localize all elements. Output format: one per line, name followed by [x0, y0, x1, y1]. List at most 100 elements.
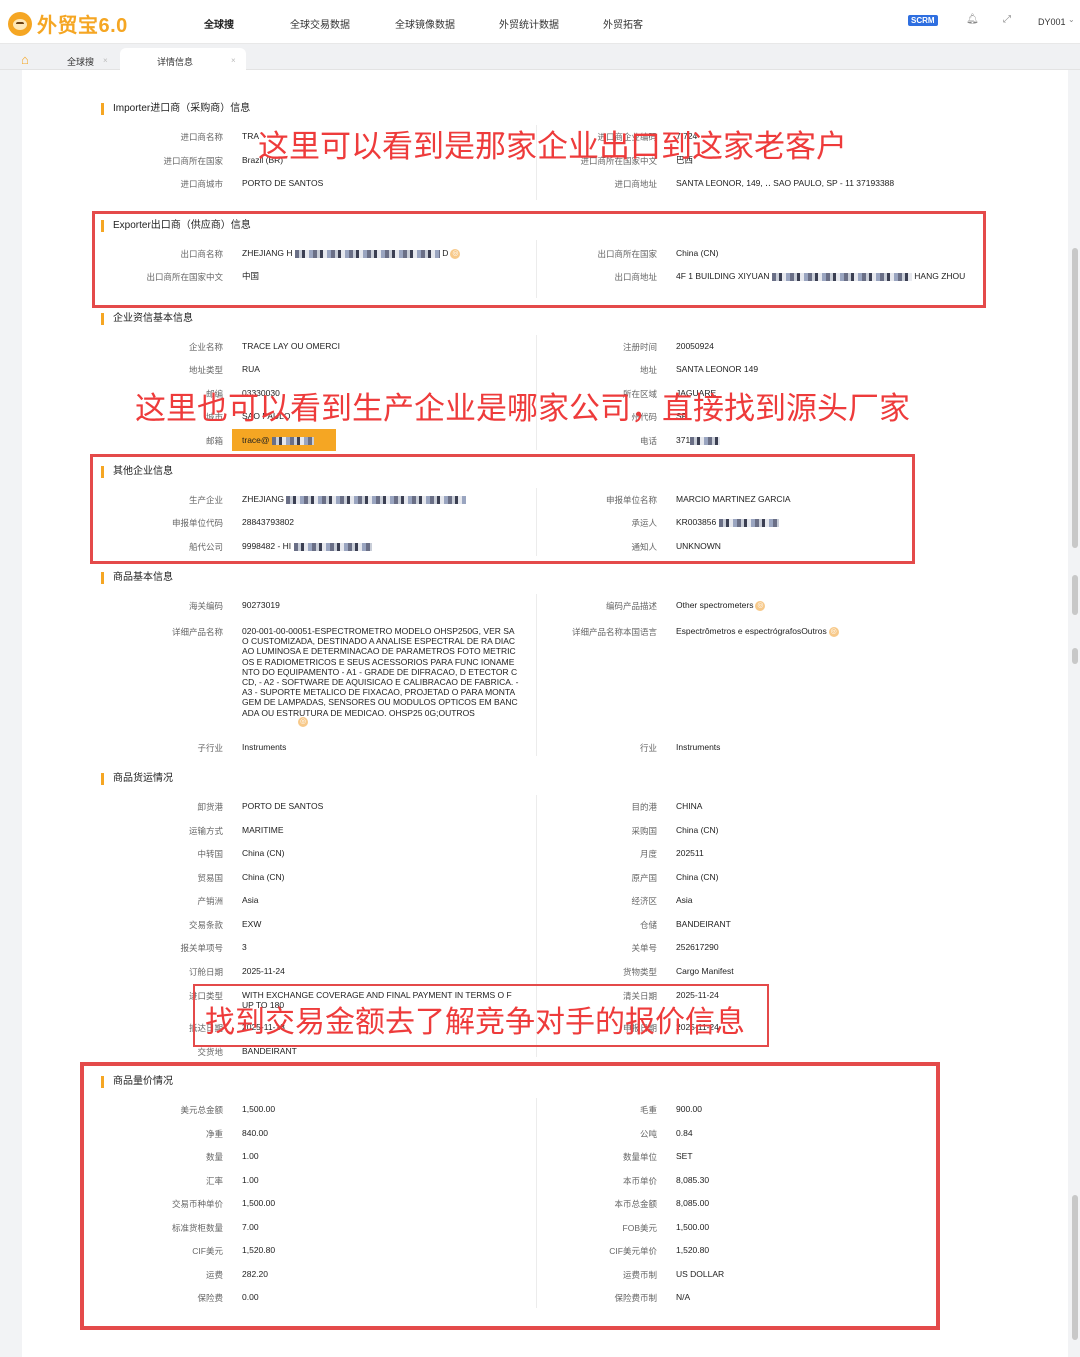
field-label: 卸货港: [197, 802, 223, 812]
field-label: 详细产品名称本国语言: [571, 627, 657, 637]
annotation-text-2: 这里也可以看到生产企业是哪家公司，直接找到源头厂家: [135, 391, 910, 427]
shipping-field-value: China (CN): [242, 872, 285, 882]
tab-detail-info[interactable]: 详情信息: [120, 48, 246, 70]
field-label: 原产国: [631, 873, 657, 883]
annotation-box-other-enterprise: [90, 454, 915, 564]
company-name: TRACE LAY OU OMERCI: [242, 341, 340, 351]
section-title-importer: Importer进口商（采购商）信息: [101, 103, 250, 115]
field-label: 进口商地址: [614, 179, 657, 189]
field-label: 进口商名称: [180, 132, 223, 142]
annotation-text-3: 找到交易金额去了解竞争对手的报价信息: [205, 1005, 745, 1040]
field-label: 进口商城市: [180, 179, 223, 189]
tab-label: 全球搜: [67, 57, 95, 67]
field-label: 海关编码: [188, 601, 223, 611]
bell-icon[interactable]: 🔔︎: [966, 14, 979, 25]
sub-industry: Instruments: [242, 742, 287, 752]
shipping-field-value: China (CN): [676, 872, 719, 882]
hs-code: 90273019: [242, 600, 280, 610]
field-label: 子行业: [197, 743, 223, 753]
translate-icon[interactable]: ◎: [828, 626, 839, 637]
shipping-field-value: CHINA: [676, 801, 703, 811]
nav-global-search[interactable]: 全球搜: [204, 16, 234, 31]
scrollbar-thumb[interactable]: [1072, 648, 1078, 664]
shipping-field-value: 2025-11-24: [242, 966, 285, 976]
field-label: 注册时间: [622, 342, 657, 352]
scrm-button[interactable]: SCRM: [908, 15, 938, 26]
shipping-field-value: China (CN): [676, 825, 719, 835]
home-icon[interactable]: ⌂: [21, 52, 29, 67]
field-label: 行业: [639, 743, 657, 753]
field-label: 编码产品描述: [605, 601, 657, 611]
close-icon[interactable]: ×: [103, 56, 108, 65]
field-label: 订舱日期: [188, 967, 223, 977]
nav-global-mirror-data[interactable]: 全球镜像数据: [395, 16, 455, 31]
field-label: 邮箱: [205, 436, 223, 446]
tab-global-search[interactable]: 全球搜: [55, 48, 119, 70]
nav-trade-statistics[interactable]: 外贸统计数据: [499, 16, 559, 31]
company-phone: 371: [676, 435, 966, 445]
translate-icon[interactable]: ◎: [755, 600, 766, 611]
field-label: 贸易国: [197, 873, 223, 883]
logo-text: 外贸宝6.0: [37, 15, 128, 37]
product-detail: 020-001-00-00051-ESPECTROMETRO MODELO OH…: [242, 626, 519, 718]
email-text: trace@: [242, 435, 270, 445]
translate-icon[interactable]: ◎: [298, 717, 308, 727]
chevron-down-icon[interactable]: ⌄: [1068, 15, 1075, 24]
shipping-field-value: BANDEIRANT: [242, 1046, 297, 1056]
user-account[interactable]: DY001: [1038, 17, 1066, 27]
shipping-field-value: EXW: [242, 919, 262, 929]
shipping-field-value: 3: [242, 942, 247, 952]
shipping-field-value: Asia: [676, 895, 693, 905]
field-label: 货物类型: [622, 967, 657, 977]
code-description: Other spectrometers ◎: [676, 600, 966, 611]
shipping-field-value: MARITIME: [242, 825, 284, 835]
company-address: SANTA LEONOR 149: [676, 364, 759, 374]
shipping-field-value: 252617290: [676, 942, 719, 952]
top-navigation-bar: 外贸宝6.0 全球搜 全球交易数据 全球镜像数据 外贸统计数据 外贸拓客 SCR…: [0, 0, 1080, 44]
field-label: 报关单项号: [180, 943, 223, 953]
shipping-field-value: China (CN): [242, 848, 285, 858]
column-divider: [536, 594, 537, 756]
field-label: 交货地: [197, 1047, 223, 1057]
nav-global-trade-data[interactable]: 全球交易数据: [290, 16, 350, 31]
industry: Instruments: [676, 742, 721, 752]
shipping-field-value: Cargo Manifest: [676, 966, 734, 976]
field-label: 地址类型: [188, 365, 223, 375]
annotation-text-1: 这里可以看到是那家企业出口到这家老客户: [258, 129, 847, 165]
shipping-field-value: BANDEIRANT: [676, 919, 731, 929]
field-label: 企业名称: [188, 342, 223, 352]
company-email[interactable]: trace@: [242, 435, 520, 445]
registration-date: 20050924: [676, 341, 714, 351]
scrollbar-thumb[interactable]: [1072, 575, 1078, 615]
field-label: 中转国: [197, 849, 223, 859]
code-description-text: Other spectrometers: [676, 600, 754, 610]
scrollbar-thumb[interactable]: [1072, 248, 1078, 548]
product-detail-native-text: Espectrômetros e espectrógrafosOutros: [676, 626, 827, 636]
field-label: 电话: [639, 436, 657, 446]
annotation-box-exporter: [92, 211, 986, 308]
field-label: 目的港: [631, 802, 657, 812]
fullscreen-icon[interactable]: ⤢: [1003, 14, 1011, 25]
field-label: 进口商所在国家: [163, 156, 223, 166]
importer-city: PORTO DE SANTOS: [242, 178, 324, 188]
redacted-block: [271, 436, 314, 445]
scrollbar-thumb[interactable]: [1072, 1195, 1078, 1340]
shipping-field-value: 202511: [676, 848, 704, 858]
tab-bar: ⌂ 全球搜 × 详情信息 ×: [0, 44, 1080, 70]
product-detail-native: Espectrômetros e espectrógrafosOutros ◎: [676, 626, 966, 637]
redacted-block: [690, 436, 721, 445]
phone-text: 371: [676, 435, 691, 445]
app-logo[interactable]: 外贸宝6.0: [8, 9, 128, 38]
nav-customer-acquisition[interactable]: 外贸拓客: [603, 16, 643, 31]
importer-address: SANTA LEONOR, 149, ‥ SAO PAULO, SP - 11 …: [676, 178, 895, 188]
annotation-box-price: [80, 1062, 940, 1330]
shipping-field-value: Asia: [242, 895, 259, 905]
field-label: 地址: [639, 365, 657, 375]
monkey-mascot-icon: [8, 11, 32, 36]
section-title-company: 企业资信基本信息: [101, 313, 193, 325]
field-label: 仓储: [639, 920, 657, 930]
field-label: 详细产品名称: [171, 627, 223, 637]
section-title-shipping: 商品货运情况: [101, 773, 173, 785]
close-icon[interactable]: ×: [231, 56, 236, 65]
address-type: RUA: [242, 364, 260, 374]
